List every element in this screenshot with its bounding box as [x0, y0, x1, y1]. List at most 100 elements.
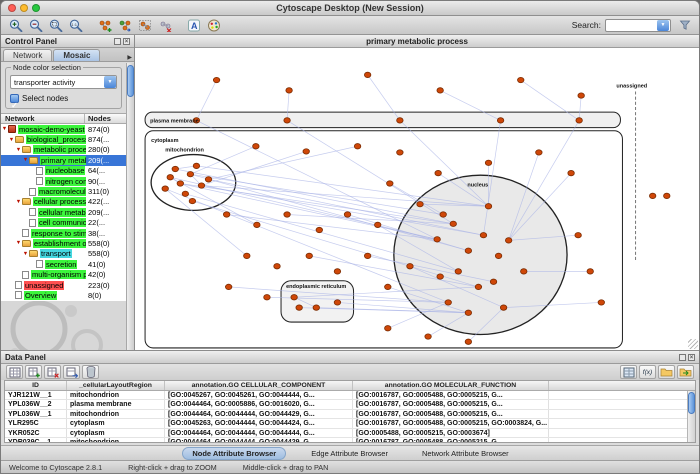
search-config-button[interactable]	[675, 17, 694, 33]
table-row[interactable]: YPL036W__2plasma membrane[GO:0044464, GO…	[5, 400, 695, 409]
tree-row[interactable]: ▼establishment of lo558(0)	[1, 238, 126, 248]
network-node[interactable]	[284, 118, 290, 123]
network-node[interactable]	[397, 150, 403, 155]
tree-row[interactable]: nucleobase64(...	[1, 166, 126, 176]
table-scrollbar[interactable]	[687, 391, 695, 442]
table-row[interactable]: YKR052Ccytoplasm[GO:0044464, GO:0044444,…	[5, 429, 695, 438]
column-header[interactable]: annotation.GO MOLECULAR_FUNCTION	[353, 381, 549, 390]
network-node[interactable]	[450, 221, 456, 226]
expand-arrow-icon[interactable]: ▼	[1, 124, 8, 134]
tree-row[interactable]: unassigned223(0)	[1, 280, 126, 290]
network-node[interactable]	[364, 72, 370, 77]
network-node[interactable]	[303, 149, 309, 154]
network-node[interactable]	[187, 171, 193, 176]
network-node[interactable]	[568, 170, 574, 175]
zoom-fit-button[interactable]: 1:1	[66, 17, 85, 33]
tree-row[interactable]: ▼mosaic-demo-yeast874(0)	[1, 124, 126, 134]
network-node[interactable]	[437, 88, 443, 93]
network-node[interactable]	[205, 177, 211, 182]
scrollbar-thumb[interactable]	[127, 65, 134, 97]
network-node[interactable]	[313, 305, 319, 310]
control-panel-scrollbar[interactable]	[126, 63, 134, 350]
delete-attribute-button[interactable]	[44, 365, 61, 379]
float-panel-icon[interactable]	[114, 38, 121, 45]
open-folder-button[interactable]	[658, 365, 675, 379]
network-node[interactable]	[364, 253, 370, 258]
network-node[interactable]	[344, 212, 350, 217]
expand-arrow-icon[interactable]: ▼	[22, 249, 29, 259]
tree-row[interactable]: ▼metabolic process280(0)	[1, 145, 126, 155]
network-node[interactable]	[162, 186, 168, 191]
network-node[interactable]	[296, 305, 302, 310]
network-node[interactable]	[437, 274, 443, 279]
zoom-in-button[interactable]	[6, 17, 25, 33]
network-node[interactable]	[495, 253, 501, 258]
import-attributes-button[interactable]	[63, 365, 80, 379]
column-header[interactable]: ID	[5, 381, 67, 390]
annotation-button[interactable]: A	[184, 17, 203, 33]
network-node[interactable]	[198, 183, 204, 188]
network-node[interactable]	[306, 253, 312, 258]
network-node[interactable]	[223, 212, 229, 217]
tab-node-attribute-browser[interactable]: Node Attribute Browser	[182, 447, 286, 460]
network-node[interactable]	[213, 77, 219, 82]
search-input[interactable]	[605, 19, 671, 32]
network-node[interactable]	[664, 193, 670, 198]
network-node[interactable]	[182, 191, 188, 196]
network-node[interactable]	[425, 334, 431, 339]
network-node[interactable]	[445, 300, 451, 305]
network-canvas[interactable]: plasma membranecytoplasmmitochondrionnuc…	[135, 48, 699, 350]
network-node[interactable]	[536, 150, 542, 155]
import-folder-button[interactable]	[677, 365, 694, 379]
network-node[interactable]	[334, 269, 340, 274]
resize-grip[interactable]	[688, 339, 698, 349]
network-node[interactable]	[274, 264, 280, 269]
table-row[interactable]: YJR121W__1mitochondrion[GO:0045267, GO:0…	[5, 391, 695, 400]
network-node[interactable]	[167, 175, 173, 180]
network-node[interactable]	[291, 295, 297, 300]
network-node[interactable]	[334, 300, 340, 305]
create-attribute-button[interactable]	[25, 365, 42, 379]
network-node[interactable]	[434, 237, 440, 242]
import-network-button[interactable]	[115, 17, 134, 33]
minimize-window-button[interactable]	[20, 4, 28, 12]
tree-row[interactable]: ▼transport558(0)	[1, 249, 126, 259]
network-node[interactable]	[397, 118, 403, 123]
network-node[interactable]	[440, 212, 446, 217]
select-attributes-button[interactable]	[6, 365, 23, 379]
network-node[interactable]	[497, 118, 503, 123]
network-node[interactable]	[316, 227, 322, 232]
destroy-network-button[interactable]	[155, 17, 174, 33]
network-node[interactable]	[177, 181, 183, 186]
column-header[interactable]: annotation.GO CELLULAR_COMPONENT	[165, 381, 353, 390]
zoom-out-button[interactable]	[26, 17, 45, 33]
network-node[interactable]	[518, 77, 524, 82]
network-node[interactable]	[578, 93, 584, 98]
tab-network[interactable]: Network	[3, 49, 52, 61]
network-node[interactable]	[254, 222, 260, 227]
network-node[interactable]	[253, 144, 259, 149]
tree-row[interactable]: macromolecule311(0)	[1, 186, 126, 196]
trash-button[interactable]	[82, 365, 99, 379]
tree-row[interactable]: cell communica22(...	[1, 218, 126, 228]
tab-overflow-arrow-icon[interactable]	[127, 54, 132, 61]
network-node[interactable]	[490, 279, 496, 284]
network-node[interactable]	[286, 88, 292, 93]
expand-arrow-icon[interactable]: ▼	[8, 135, 15, 145]
expand-arrow-icon[interactable]: ▼	[15, 197, 22, 207]
search-dropdown-arrow-icon[interactable]	[657, 20, 669, 31]
tree-row[interactable]: ▼primary metabo209(...	[1, 155, 126, 165]
scrollbar-thumb[interactable]	[688, 392, 695, 414]
network-node[interactable]	[189, 198, 195, 203]
network-node[interactable]	[521, 269, 527, 274]
tree-column-nodes[interactable]: Nodes	[85, 114, 111, 123]
table-row[interactable]: YDR039C__1mitochondrion[GO:0044464, GO:0…	[5, 438, 695, 442]
network-node[interactable]	[480, 233, 486, 238]
node-color-dropdown[interactable]: transporter activity	[10, 75, 117, 89]
network-node[interactable]	[485, 160, 491, 165]
network-node[interactable]	[354, 144, 360, 149]
network-node[interactable]	[465, 248, 471, 253]
network-node[interactable]	[172, 166, 178, 171]
network-node[interactable]	[587, 269, 593, 274]
tree-row[interactable]: ▼biological_process874(...	[1, 134, 126, 144]
